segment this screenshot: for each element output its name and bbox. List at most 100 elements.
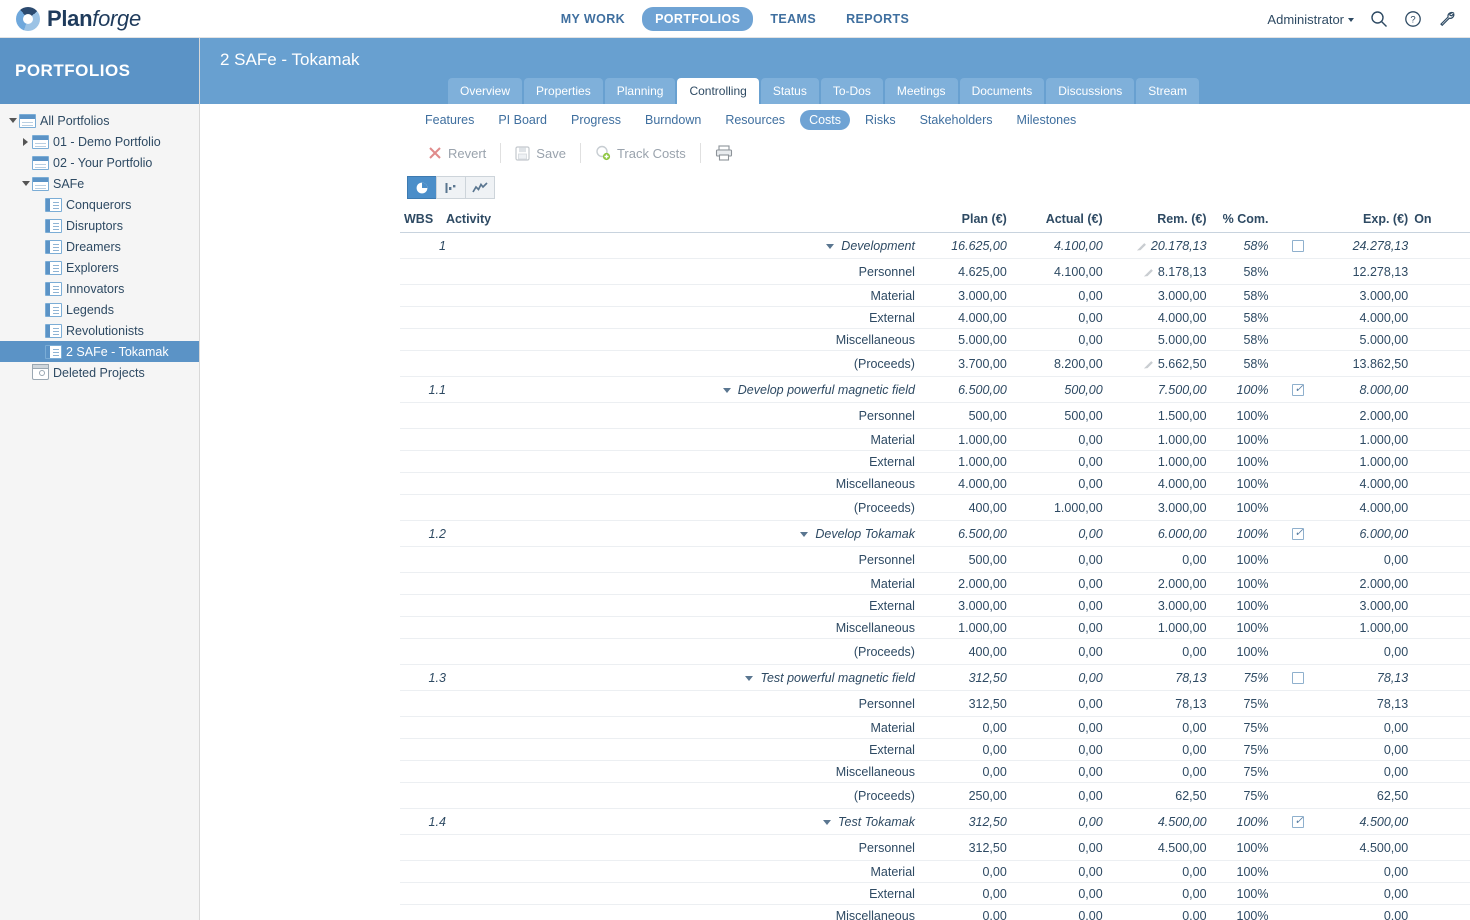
sidebar-item-2-safe-tokamak[interactable]: 2 SAFe - Tokamak [0,341,199,362]
cell-remaining[interactable]: 4.500,00 [1108,834,1213,861]
table-row[interactable]: Material 0,00 0,00 0,00 75% 0,00 [400,716,1470,739]
bar-chart-icon[interactable] [436,176,466,199]
subtab-pi-board[interactable]: PI Board [489,110,556,130]
col-percent-complete[interactable]: % Com. [1212,208,1275,233]
subtab-stakeholders[interactable]: Stakeholders [911,110,1002,130]
nav-item-reports[interactable]: REPORTS [833,7,922,31]
sidebar-item-deleted-projects[interactable]: Deleted Projects [0,362,199,383]
cell-remaining[interactable]: 6.000,00 [1108,520,1213,547]
cell-remaining[interactable]: 5.000,00 [1108,328,1213,351]
cell-remaining[interactable]: 1.000,00 [1108,616,1213,639]
collapse-arrow-icon[interactable] [722,387,731,393]
chevron-right-icon[interactable] [19,137,32,146]
table-row[interactable]: 1.2 Develop Tokamak 6.500,00 0,00 6.000,00 10… [400,520,1470,547]
edit-pencil-icon[interactable] [1143,361,1153,369]
table-row[interactable]: 1 Development 16.625,00 4.100,00 20.178,13 58… [400,232,1470,259]
table-row[interactable]: Personnel 500,00 500,00 1.500,00 100% 2.000,0… [400,402,1470,429]
col-actual[interactable]: Actual (€) [1012,208,1109,233]
table-row[interactable]: External 1.000,00 0,00 1.000,00 100% 1.000,00 [400,450,1470,473]
chevron-down-icon[interactable] [19,181,32,186]
col-on[interactable]: On [1414,208,1470,233]
edit-pencil-icon[interactable] [1136,243,1146,251]
chevron-down-icon[interactable] [6,118,19,123]
table-row[interactable]: Material 1.000,00 0,00 1.000,00 100% 1.000,00 [400,428,1470,451]
help-icon[interactable]: ? [1404,10,1422,28]
collapse-arrow-icon[interactable] [745,675,754,681]
nav-item-teams[interactable]: TEAMS [757,7,829,31]
nav-item-portfolios[interactable]: PORTFOLIOS [642,6,754,31]
table-row[interactable]: (Proceeds)250,000,0062,5075%62,50-187,50… [400,782,1470,809]
table-row[interactable]: Personnel 4.625,00 4.100,00 8.178,13 58% 12.2… [400,258,1470,285]
sidebar-item-01-demo-portfolio[interactable]: 01 - Demo Portfolio [0,131,199,152]
cell-remaining[interactable]: 1.000,00 [1108,450,1213,473]
cell-remaining[interactable]: 78,13 [1108,664,1213,691]
sidebar-item-revolutionists[interactable]: Revolutionists [0,320,199,341]
cell-remaining[interactable]: 0,00 [1108,760,1213,783]
table-row[interactable]: Personnel312,500,004.500,00100%4.500,004… [400,834,1470,861]
table-row[interactable]: 1.1 Develop powerful magnetic field 6.500,… [400,376,1470,403]
tab-discussions[interactable]: Discussions [1046,78,1135,104]
sidebar-item-innovators[interactable]: Innovators [0,278,199,299]
subtab-progress[interactable]: Progress [562,110,630,130]
table-row[interactable]: 1.4 Test Tokamak312,500,00 4.500,00 100% 4.5… [400,808,1470,835]
collapse-arrow-icon[interactable] [826,243,835,249]
sidebar-item-all-portfolios[interactable]: All Portfolios [0,110,199,131]
save-button[interactable]: Save [505,146,576,161]
cell-remaining[interactable]: 3.000,00 [1108,594,1213,617]
cell-remaining[interactable]: 3.000,00 [1108,494,1213,521]
tab-meetings[interactable]: Meetings [884,78,958,104]
col-expected[interactable]: Exp. (€) [1304,208,1415,233]
cell-remaining[interactable]: 0,00 [1108,546,1213,573]
on-checkbox[interactable] [1292,240,1305,253]
table-row[interactable]: Miscellaneous 0,00 0,00 0,00 75% 0,00 [400,760,1470,783]
table-row[interactable]: External 3.000,00 0,00 3.000,00 100% 3.000,00 [400,594,1470,617]
subtab-resources[interactable]: Resources [716,110,794,130]
search-icon[interactable] [1370,10,1388,28]
tab-stream[interactable]: Stream [1136,78,1199,104]
cell-remaining[interactable]: 78,13 [1108,690,1213,717]
sidebar-item-legends[interactable]: Legends [0,299,199,320]
sidebar-item-02-your-portfolio[interactable]: 02 - Your Portfolio [0,152,199,173]
table-row[interactable]: (Proceeds) 3.700,00 8.200,00 5.662,50 58% 13.… [400,350,1470,377]
cell-remaining[interactable]: 1.000,00 [1108,428,1213,451]
cell-remaining[interactable]: 0,00 [1108,716,1213,739]
tab-controlling[interactable]: Controlling [677,78,759,104]
print-button[interactable] [705,145,743,161]
col-remaining[interactable]: Rem. (€) [1108,208,1213,233]
cell-remaining[interactable]: 4.000,00 [1108,306,1213,329]
sidebar-item-conquerors[interactable]: Conquerors [0,194,199,215]
sidebar-item-safe[interactable]: SAFe [0,173,199,194]
tab-status[interactable]: Status [760,78,819,104]
cell-remaining[interactable]: 0,00 [1108,738,1213,761]
table-row[interactable]: (Proceeds) 400,00 1.000,00 3.000,00 100% 4.00… [400,494,1470,521]
cell-on-checkbox[interactable] [1274,376,1305,403]
on-checkbox-checked[interactable] [1292,814,1305,829]
subtab-burndown[interactable]: Burndown [636,110,710,130]
collapse-arrow-icon[interactable] [823,819,832,825]
table-row[interactable]: External 4.000,00 0,00 4.000,00 58% 4.000,00 [400,306,1470,329]
table-row[interactable]: Miscellaneous 0,00 0,00 0,00 100% 0,00 [400,904,1470,920]
tab-properties[interactable]: Properties [524,78,603,104]
table-row[interactable]: External 0,00 0,00 0,00 75% 0,00 [400,738,1470,761]
table-row[interactable]: Material 3.000,00 0,00 3.000,00 58% 3.000,00 [400,284,1470,307]
tab-to-dos[interactable]: To-Dos [820,78,883,104]
settings-icon[interactable] [1438,10,1456,28]
cell-on-checkbox[interactable] [1274,664,1305,691]
table-row[interactable]: Personnel500,000,000,00100%0,00-500,00-1… [400,546,1470,573]
cell-remaining[interactable]: 62,50 [1108,782,1213,809]
nav-item-my-work[interactable]: MY WORK [548,7,638,31]
cell-remaining[interactable]: 20.178,13 [1108,232,1213,259]
subtab-milestones[interactable]: Milestones [1008,110,1086,130]
table-row[interactable]: Miscellaneous 5.000,00 0,00 5.000,00 58% 5.00… [400,328,1470,351]
track-costs-button[interactable]: Track Costs [585,145,696,161]
cell-remaining[interactable]: 8.178,13 [1108,258,1213,285]
cell-remaining[interactable]: 4.500,00 [1108,808,1213,835]
col-wbs[interactable]: WBS [400,208,446,233]
table-row[interactable]: External 0,00 0,00 0,00 100% 0,00 [400,882,1470,905]
table-row[interactable]: (Proceeds)400,000,000,00100%0,00-400,00-… [400,638,1470,665]
pie-chart-icon[interactable] [407,176,437,199]
user-menu[interactable]: Administrator [1267,12,1354,27]
table-row[interactable]: Miscellaneous 4.000,00 0,00 4.000,00 100% 4.0… [400,472,1470,495]
cell-remaining[interactable]: 0,00 [1108,882,1213,905]
on-checkbox-checked[interactable] [1292,526,1305,541]
